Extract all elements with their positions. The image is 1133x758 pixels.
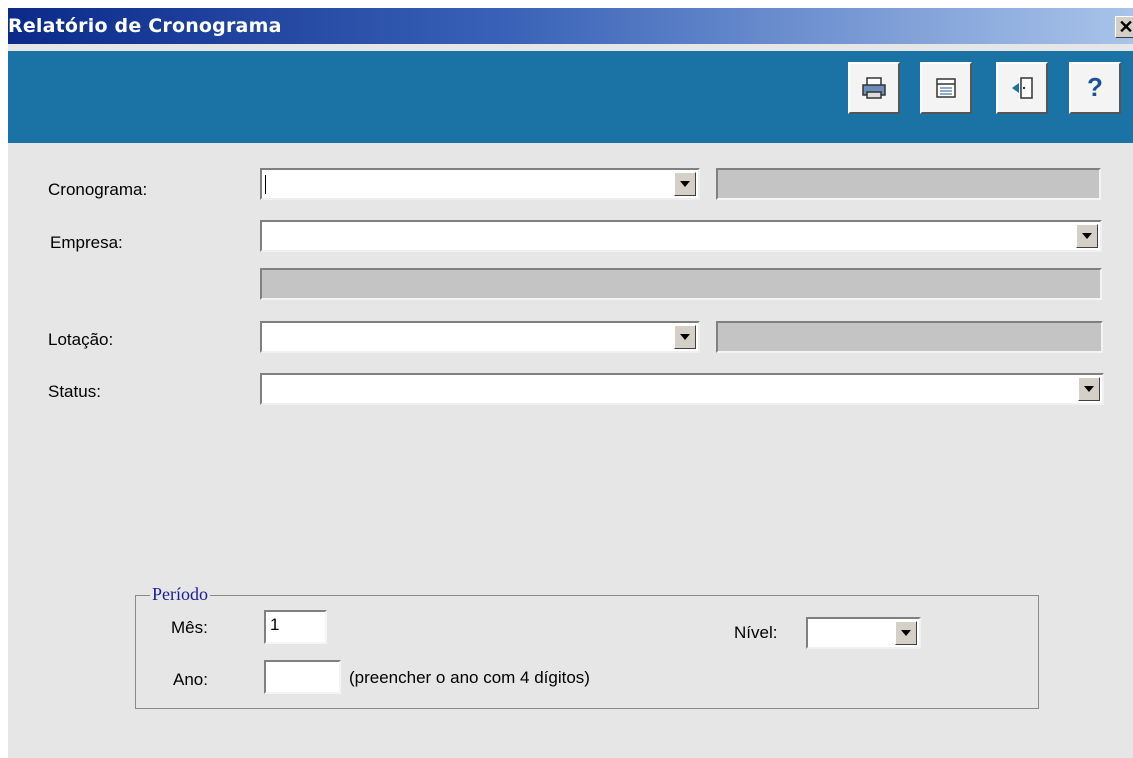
title-bar: Relatório de Cronograma ✕ [8, 8, 1133, 44]
mes-input[interactable]: 1 [264, 610, 327, 644]
lotacao-dropdown-arrow-icon[interactable] [674, 325, 696, 349]
window-title: Relatório de Cronograma [8, 15, 282, 37]
ano-input[interactable] [264, 660, 341, 694]
report-button[interactable] [920, 62, 972, 114]
lotacao-description-field [716, 321, 1103, 353]
empresa-combobox[interactable] [260, 220, 1102, 252]
report-window: Relatório de Cronograma ✕ ? Cronograma: … [8, 8, 1133, 758]
periodo-legend: Período [150, 584, 210, 605]
periodo-groupbox: Período Mês: 1 Ano: (preencher o ano com… [135, 584, 1039, 709]
empresa-label: Empresa: [50, 233, 123, 252]
close-button[interactable]: ✕ [1115, 16, 1133, 38]
status-label: Status: [48, 382, 101, 401]
print-button[interactable] [848, 62, 900, 114]
nivel-dropdown-arrow-icon[interactable] [895, 621, 917, 645]
exit-button[interactable] [996, 62, 1048, 114]
status-combobox[interactable] [260, 373, 1104, 405]
ano-label: Ano: [173, 670, 208, 689]
exit-door-icon [1012, 77, 1033, 99]
empresa-dropdown-arrow-icon[interactable] [1076, 224, 1098, 248]
lotacao-combobox[interactable] [260, 321, 700, 353]
lotacao-label: Lotação: [48, 330, 114, 349]
help-icon: ? [1087, 72, 1103, 102]
printer-icon [862, 77, 886, 99]
report-icon [936, 78, 956, 98]
help-button[interactable]: ? [1069, 62, 1121, 114]
text-caret [265, 175, 266, 194]
cronograma-label: Cronograma: [48, 180, 148, 199]
nivel-combobox[interactable] [806, 617, 921, 649]
toolbar: ? [8, 51, 1133, 143]
cronograma-dropdown-arrow-icon[interactable] [674, 172, 696, 196]
ano-hint: (preencher o ano com 4 dígitos) [349, 668, 590, 687]
status-dropdown-arrow-icon[interactable] [1078, 377, 1100, 401]
cronograma-description-field [716, 168, 1101, 200]
empresa-description-field [260, 268, 1102, 300]
cronograma-combobox[interactable] [260, 168, 700, 200]
mes-label: Mês: [171, 618, 208, 637]
nivel-label: Nível: [734, 623, 778, 642]
